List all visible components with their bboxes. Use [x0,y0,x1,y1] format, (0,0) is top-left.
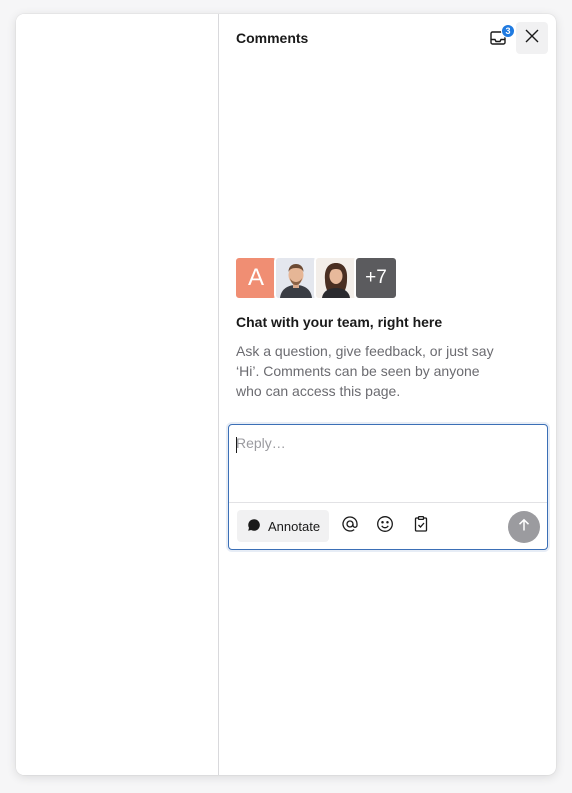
close-icon [525,29,539,48]
at-mention-icon [341,515,359,538]
panel-title: Comments [236,30,309,46]
divider [229,502,547,503]
inbox-button[interactable]: 3 [484,24,515,54]
text-caret [236,437,237,453]
reply-composer: Annotate [228,424,548,550]
comments-panel: Comments 3 A +7 Chat with your team, rig… [220,14,556,775]
app-window: Comments 3 A +7 Chat with your team, rig… [16,14,556,775]
arrow-up-icon [517,518,531,537]
speech-bubble-icon [247,518,261,535]
emoji-icon [376,515,394,538]
annotate-label: Annotate [268,518,321,534]
close-button[interactable] [516,22,548,54]
notification-badge: 3 [501,24,515,38]
reply-input[interactable] [236,435,536,495]
emoji-button[interactable] [374,515,396,537]
mention-button[interactable] [339,515,361,537]
avatar: A [234,256,278,300]
avatar [314,256,358,300]
empty-state-title: Chat with your team, right here [236,314,443,330]
empty-state-description: Ask a question, give feedback, or just s… [236,343,494,399]
send-button[interactable] [508,511,540,543]
clipboard-check-icon [412,515,430,538]
annotate-button[interactable]: Annotate [237,510,330,542]
task-button[interactable] [410,515,432,537]
avatar [274,256,318,300]
page-canvas [16,14,219,775]
participant-avatars: A +7 [234,256,398,300]
more-participants-count[interactable]: +7 [354,256,398,300]
